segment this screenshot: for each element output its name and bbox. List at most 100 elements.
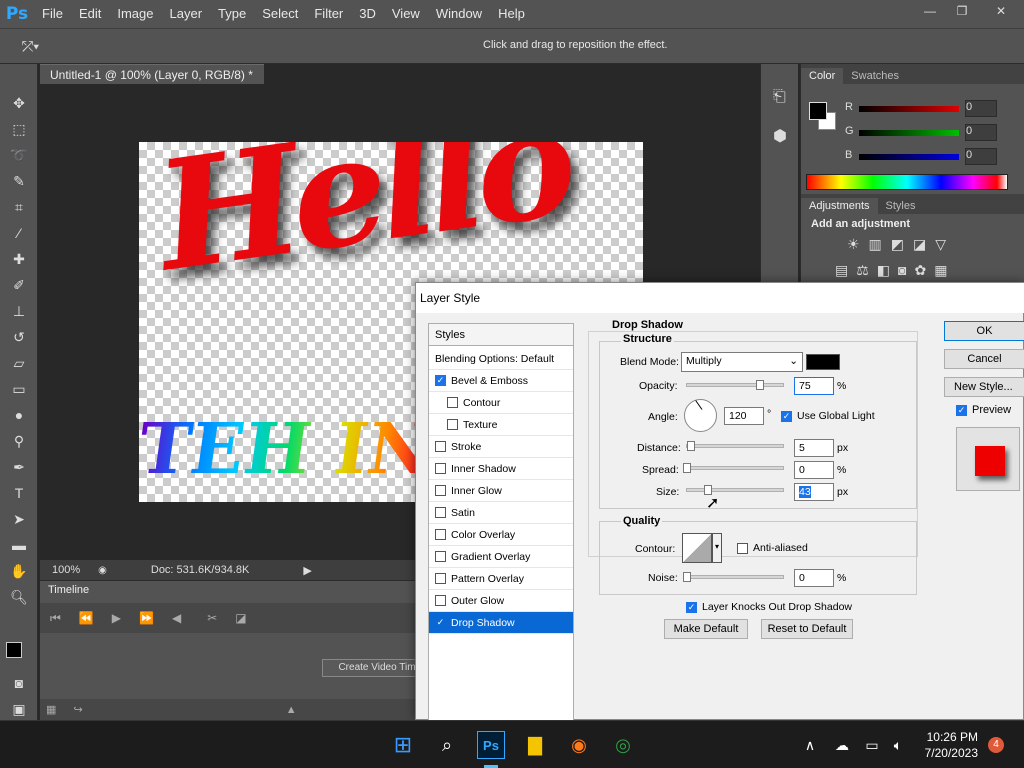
style-item-checkbox[interactable]	[435, 463, 446, 474]
angle-input[interactable]: 120	[724, 407, 764, 425]
style-item-bevel-emboss[interactable]: ✓ Bevel & Emboss	[429, 370, 573, 392]
style-item-texture[interactable]: Texture	[429, 414, 573, 436]
restore-button[interactable]: ❐	[946, 0, 978, 22]
g-value-input[interactable]: 0	[965, 124, 997, 141]
style-item-inner-shadow[interactable]: Inner Shadow	[429, 458, 573, 480]
noise-slider[interactable]	[686, 575, 784, 579]
lasso-tool-icon[interactable]: ➰	[0, 142, 38, 168]
style-item-color-overlay[interactable]: Color Overlay	[429, 524, 573, 546]
noise-input[interactable]: 0	[794, 569, 834, 587]
style-item-checkbox[interactable]	[447, 419, 458, 430]
blend-mode-select[interactable]: Multiply ⌄	[681, 352, 803, 372]
tab-color[interactable]: Color	[801, 68, 844, 84]
style-item-checkbox[interactable]	[435, 485, 446, 496]
3d-panel-icon[interactable]: ⬢	[773, 126, 787, 146]
menu-filter[interactable]: Filter	[306, 0, 351, 28]
make-default-button[interactable]: Make Default	[664, 619, 748, 639]
type-tool-icon[interactable]: T	[0, 480, 38, 506]
distance-input[interactable]: 5	[794, 439, 834, 457]
g-slider-track[interactable]	[859, 130, 959, 136]
healing-brush-tool-icon[interactable]: ✚	[0, 246, 38, 272]
cancel-button[interactable]: Cancel	[944, 349, 1024, 369]
file-explorer-icon[interactable]: ▇	[521, 731, 549, 759]
style-item-checkbox[interactable]	[447, 397, 458, 408]
styles-header[interactable]: Styles	[429, 324, 573, 346]
color-spectrum[interactable]	[806, 174, 1008, 190]
reset-to-default-button[interactable]: Reset to Default	[761, 619, 853, 639]
style-item-stroke[interactable]: Stroke	[429, 436, 573, 458]
menu-window[interactable]: Window	[428, 0, 490, 28]
menu-3d[interactable]: 3D	[351, 0, 384, 28]
document-tab[interactable]: Untitled-1 @ 100% (Layer 0, RGB/8) * ×	[40, 64, 264, 96]
menu-edit[interactable]: Edit	[71, 0, 109, 28]
style-item-checkbox[interactable]	[435, 595, 446, 606]
foreground-color-swatch[interactable]	[6, 642, 22, 658]
spread-input[interactable]: 0	[794, 461, 834, 479]
style-item-outer-glow[interactable]: Outer Glow	[429, 590, 573, 612]
hand-tool-icon[interactable]: ✋	[0, 558, 38, 584]
noise-slider-thumb[interactable]	[683, 572, 691, 582]
style-item-inner-glow[interactable]: Inner Glow	[429, 480, 573, 502]
layer-knocks-out-checkbox[interactable]: ✓ Layer Knocks Out Drop Shadow	[686, 601, 852, 613]
play-icon[interactable]: ▶	[112, 611, 121, 625]
opacity-input[interactable]: 75	[794, 377, 834, 395]
menu-file[interactable]: File	[34, 0, 71, 28]
quick-mask-icon[interactable]: ◙	[0, 670, 38, 696]
color-slider-r[interactable]: R 0	[801, 100, 1024, 118]
volume-icon[interactable]: 🔈︎	[884, 731, 912, 759]
style-item-blending-options-default[interactable]: Blending Options: Default	[429, 348, 573, 370]
quick-select-tool-icon[interactable]: ✎	[0, 168, 38, 194]
gradient-tool-icon[interactable]: ▭	[0, 376, 38, 402]
render-icon[interactable]: ▦	[46, 704, 56, 716]
color-slider-b[interactable]: B 0	[801, 148, 1024, 166]
style-item-satin[interactable]: Satin	[429, 502, 573, 524]
tab-styles[interactable]: Styles	[878, 198, 924, 214]
battery-icon[interactable]: ▭	[858, 731, 886, 759]
size-input[interactable]: 43	[794, 483, 834, 501]
style-item-contour[interactable]: Contour	[429, 392, 573, 414]
notification-badge[interactable]: 4	[988, 737, 1004, 753]
new-style-button[interactable]: New Style...	[944, 377, 1024, 397]
clock-date[interactable]: 7/20/2023	[918, 746, 978, 760]
stamp-tool-icon[interactable]: ⊥	[0, 298, 38, 324]
adjustment-icons-row-1[interactable]: ☀▥◩◪▽	[847, 236, 955, 253]
screen-mode-icon[interactable]: ▣	[0, 696, 38, 722]
color-slider-g[interactable]: G 0	[801, 124, 1024, 142]
tab-swatches[interactable]: Swatches	[843, 68, 907, 84]
eyedropper-tool-icon[interactable]: ⁄	[0, 220, 38, 246]
zoom-out-icon[interactable]: ▲	[286, 704, 297, 716]
ok-button[interactable]: OK	[944, 321, 1024, 341]
eraser-tool-icon[interactable]: ▱	[0, 350, 38, 376]
windows-start-icon[interactable]: ⊞	[389, 731, 417, 759]
path-select-tool-icon[interactable]: ➤	[0, 506, 38, 532]
angle-dial[interactable]	[684, 399, 717, 432]
menu-type[interactable]: Type	[210, 0, 254, 28]
opacity-slider[interactable]	[686, 383, 784, 387]
photoshop-taskbar-icon[interactable]: Ps	[477, 731, 505, 759]
close-button[interactable]: ✕	[978, 0, 1024, 22]
menu-select[interactable]: Select	[254, 0, 306, 28]
size-slider[interactable]	[686, 488, 784, 492]
audio-icon[interactable]: ◀	[172, 611, 181, 625]
timeline-tab[interactable]: Timeline	[40, 581, 98, 599]
r-slider-track[interactable]	[859, 106, 959, 112]
style-item-pattern-overlay[interactable]: Pattern Overlay	[429, 568, 573, 590]
r-value-input[interactable]: 0	[965, 100, 997, 117]
menu-help[interactable]: Help	[490, 0, 533, 28]
transition-icon[interactable]: ◪	[235, 611, 246, 625]
dodge-tool-icon[interactable]: ⚲	[0, 428, 38, 454]
style-item-checkbox[interactable]: ✓	[435, 617, 446, 628]
status-info-icon[interactable]: ◉	[98, 565, 107, 576]
next-frame-icon[interactable]: ⏩	[139, 611, 154, 625]
first-frame-icon[interactable]: ⏮	[50, 611, 61, 626]
style-item-gradient-overlay[interactable]: Gradient Overlay	[429, 546, 573, 568]
convert-icon[interactable]: ↪	[73, 704, 82, 716]
menu-image[interactable]: Image	[109, 0, 161, 28]
status-menu-arrow-icon[interactable]: ▶	[303, 564, 311, 577]
style-item-checkbox[interactable]	[435, 441, 446, 452]
opacity-slider-thumb[interactable]	[755, 380, 764, 390]
shadow-color-swatch[interactable]	[806, 354, 840, 370]
spread-slider[interactable]	[686, 466, 784, 470]
menu-layer[interactable]: Layer	[162, 0, 211, 28]
shape-tool-icon[interactable]: ▬	[0, 532, 38, 558]
